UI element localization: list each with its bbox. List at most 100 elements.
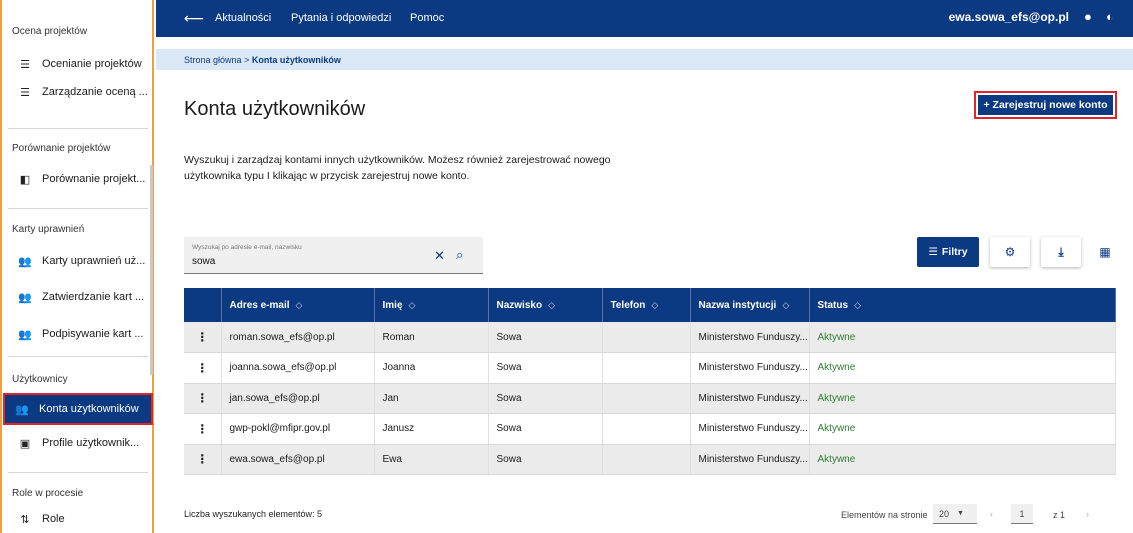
- row-menu-icon[interactable]: ⋮: [184, 322, 222, 353]
- row-menu-icon[interactable]: ⋮: [184, 352, 222, 384]
- col-first-name[interactable]: Imię ◇: [374, 288, 489, 322]
- sidebar-heading-role: Role w procesie: [12, 488, 84, 499]
- sort-icon[interactable]: ◇: [854, 300, 861, 310]
- description-line: użytkownika typu I klikając w przycisk z…: [184, 170, 470, 182]
- sidebar-heading-ocena: Ocena projektów: [12, 26, 88, 37]
- cell-status: Aktywne: [809, 444, 1116, 475]
- page-title: Konta użytkowników: [184, 98, 366, 120]
- cell-phone: [602, 322, 691, 353]
- nav-link-pytania[interactable]: Pytania i odpowiedzi: [291, 12, 391, 24]
- cell-phone: [602, 444, 691, 475]
- page-description: Wyszukuj i zarządzaj kontami innych użyt…: [184, 152, 664, 184]
- col-email[interactable]: Adres e-mail ◇: [221, 288, 375, 322]
- back-arrow-icon[interactable]: ⟵: [184, 10, 204, 27]
- col-institution[interactable]: Nazwa instytucji ◇: [690, 288, 810, 322]
- cell-phone: [602, 352, 691, 384]
- col-last-name[interactable]: Nazwisko ◇: [488, 288, 603, 322]
- sidebar-item-label: Zarządzanie oceną ...: [42, 86, 148, 98]
- sort-icon[interactable]: ◇: [409, 300, 416, 310]
- profile-icon: ▣: [19, 437, 31, 450]
- prev-page-icon[interactable]: ‹: [990, 509, 993, 519]
- sort-icon[interactable]: ◇: [296, 300, 303, 310]
- sidebar-item-ocenianie[interactable]: ☰ Ocenianie projektów: [8, 50, 148, 78]
- col-phone[interactable]: Telefon ◇: [602, 288, 691, 322]
- users-icon: 👥: [18, 291, 32, 304]
- sidebar-heading-karty: Karty uprawnień: [12, 224, 85, 235]
- sidebar-item-role[interactable]: ⇅ Role: [8, 505, 148, 533]
- sidebar-item-zarzadzanie[interactable]: ☰ Zarządzanie oceną ...: [8, 78, 148, 106]
- cell-institution: Ministerstwo Funduszy...: [690, 413, 810, 445]
- table-row: ⋮ jan.sowa_efs@op.pl Jan Sowa Ministerst…: [184, 383, 1116, 414]
- settings-button[interactable]: ⚙: [990, 237, 1030, 267]
- table-row: ⋮ roman.sowa_efs@op.pl Roman Sowa Minist…: [184, 322, 1116, 353]
- sidebar-item-zatwierdzanie[interactable]: 👥 Zatwierdzanie kart ...: [8, 283, 148, 311]
- per-page-select[interactable]: 20 ▼: [933, 504, 977, 524]
- row-menu-icon[interactable]: ⋮: [184, 383, 222, 414]
- sidebar-item-label: Ocenianie projektów: [42, 58, 142, 70]
- clear-icon[interactable]: ✕: [434, 248, 445, 264]
- cell-last-name: Sowa: [488, 413, 603, 445]
- col-label: Adres e-mail: [229, 299, 290, 311]
- table-row: ⋮ gwp-pokl@mfipr.gov.pl Janusz Sowa Mini…: [184, 413, 1116, 445]
- download-button[interactable]: ⤓: [1041, 237, 1081, 267]
- sidebar-item-podpisywanie[interactable]: 👥 Podpisywanie kart ...: [8, 320, 148, 348]
- nav-link-pomoc[interactable]: Pomoc: [410, 12, 444, 24]
- sidebar-heading-porownanie: Porównanie projektów: [12, 143, 111, 154]
- users-table: Adres e-mail ◇ Imię ◇ Nazwisko ◇ Telefon ◇ N…: [184, 288, 1116, 475]
- cell-first-name: Joanna: [374, 352, 489, 384]
- search-value[interactable]: sowa: [192, 256, 215, 267]
- sidebar-divider: [8, 472, 148, 473]
- row-menu-icon[interactable]: ⋮: [184, 444, 222, 475]
- chevron-down-icon: ▼: [957, 510, 964, 517]
- sort-icon[interactable]: ◇: [651, 300, 658, 310]
- users-icon: 👥: [18, 328, 32, 341]
- search-input[interactable]: Wyszukaj po adresie e-mail, nazwisku sow…: [184, 237, 483, 274]
- sidebar-item-profile[interactable]: ▣ Profile użytkownik...: [8, 429, 148, 457]
- table-row: ⋮ ewa.sowa_efs@op.pl Ewa Sowa Ministerst…: [184, 444, 1116, 475]
- sidebar-item-label: Porównanie projekt...: [42, 173, 146, 185]
- sort-icon[interactable]: ◇: [782, 300, 789, 310]
- filters-button[interactable]: ☰ Filtry: [917, 237, 979, 267]
- account-icon[interactable]: ●: [1084, 9, 1092, 24]
- search-icon[interactable]: ⌕: [456, 247, 463, 263]
- sidebar-item-konta-uzytkownikow[interactable]: 👥 Konta użytkowników: [3, 393, 153, 425]
- sidebar-item-label: Zatwierdzanie kart ...: [42, 291, 145, 303]
- sort-icon[interactable]: ◇: [548, 300, 555, 310]
- filter-icon: ☰: [928, 246, 938, 258]
- sidebar-scrollbar[interactable]: [150, 165, 153, 375]
- sidebar-divider: [8, 128, 148, 129]
- sidebar-item-label: Role: [42, 513, 65, 525]
- sidebar-item-label: Konta użytkowników: [39, 403, 139, 415]
- sidebar-item-label: Profile użytkownik...: [42, 437, 140, 449]
- sidebar-item-porownanie[interactable]: ◧ Porównanie projekt...: [8, 165, 148, 193]
- page-number-input[interactable]: 1: [1011, 504, 1033, 524]
- cell-email: roman.sowa_efs@op.pl: [221, 322, 375, 353]
- cell-phone: [602, 413, 691, 445]
- grid-view-button[interactable]: ▦: [1090, 237, 1120, 267]
- sidebar-divider: [8, 208, 148, 209]
- user-email[interactable]: ewa.sowa_efs@op.pl: [949, 10, 1069, 24]
- table-row: ⋮ joanna.sowa_efs@op.pl Joanna Sowa Mini…: [184, 352, 1116, 384]
- users-icon: 👥: [18, 255, 32, 268]
- next-page-icon[interactable]: ›: [1086, 509, 1089, 519]
- cell-last-name: Sowa: [488, 352, 603, 384]
- breadcrumb-home[interactable]: Strona główna: [184, 55, 242, 65]
- sidebar-item-karty-uprawnien[interactable]: 👥 Karty uprawnień uż...: [8, 247, 148, 275]
- top-navigation-bar: ⟵ Aktualności Pytania i odpowiedzi Pomoc…: [156, 0, 1133, 37]
- users-icon: 👥: [15, 403, 29, 416]
- cell-institution: Ministerstwo Funduszy...: [690, 444, 810, 475]
- col-status[interactable]: Status ◇: [809, 288, 1116, 322]
- nav-link-aktualnosci[interactable]: Aktualności: [215, 12, 271, 24]
- sidebar-item-label: Karty uprawnień uż...: [42, 255, 146, 267]
- contrast-icon[interactable]: ◐: [1106, 9, 1114, 24]
- sort-icon: ⇅: [20, 513, 30, 526]
- cell-status: Aktywne: [809, 352, 1116, 384]
- per-page-label: Elementów na stronie: [841, 510, 928, 520]
- cell-institution: Ministerstwo Funduszy...: [690, 352, 810, 384]
- row-menu-icon[interactable]: ⋮: [184, 413, 222, 445]
- register-new-account-button[interactable]: + Zarejestruj nowe konto: [974, 91, 1117, 119]
- cell-status: Aktywne: [809, 383, 1116, 414]
- register-button-label: + Zarejestruj nowe konto: [978, 95, 1113, 115]
- cell-institution: Ministerstwo Funduszy...: [690, 383, 810, 414]
- col-label: Status: [817, 299, 849, 311]
